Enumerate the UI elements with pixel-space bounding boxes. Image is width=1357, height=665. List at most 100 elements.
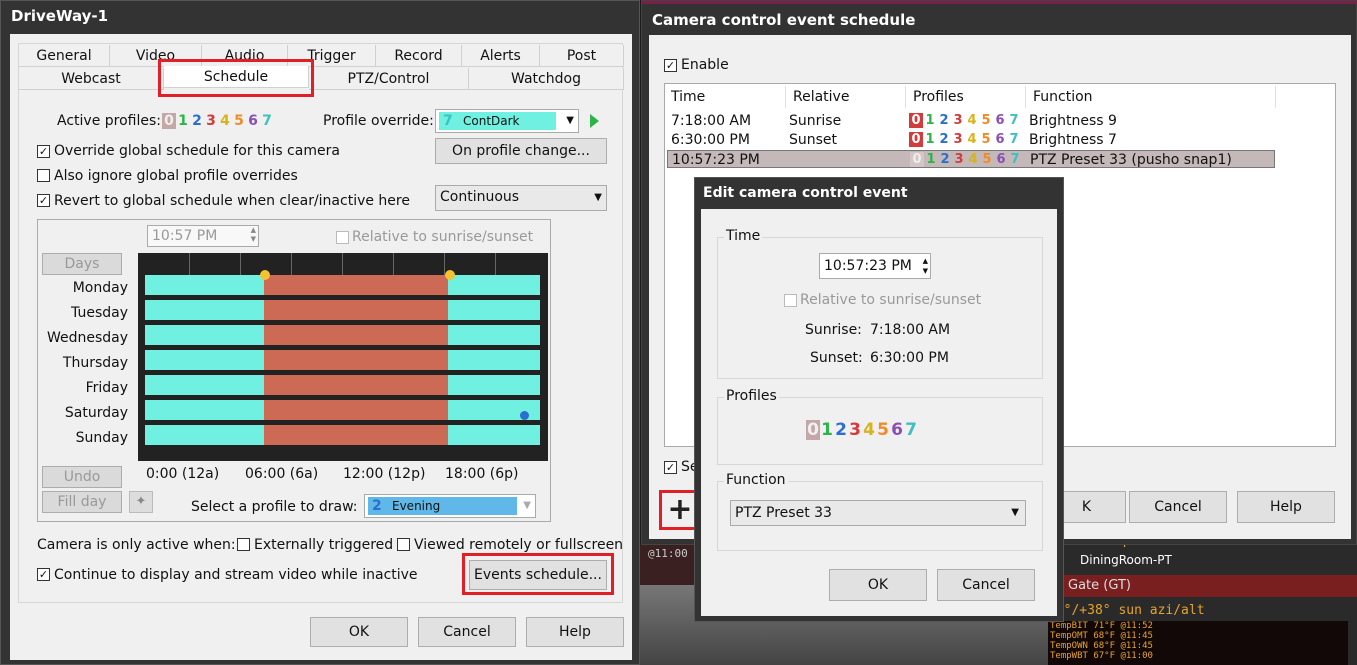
play-icon[interactable]	[590, 114, 599, 128]
undo-button[interactable]: Undo	[42, 466, 122, 488]
event-marker-icon[interactable]	[520, 411, 529, 420]
ignore-overrides-checkbox[interactable]	[37, 169, 50, 182]
profiles-selector[interactable]: 01234567	[806, 420, 956, 440]
profile-digit-5[interactable]: 5	[979, 113, 993, 128]
relative-sun-checkbox[interactable]	[336, 231, 349, 244]
profile-digit-0[interactable]: 0	[909, 113, 923, 128]
profile-digit-0[interactable]: 0	[162, 113, 176, 129]
profile-digit-4[interactable]: 4	[862, 420, 876, 440]
profile-digit-6[interactable]: 6	[993, 132, 1007, 147]
profile-digit-7[interactable]: 7	[260, 113, 274, 129]
on-profile-change-button[interactable]: On profile change...	[435, 138, 607, 164]
profile-digit-7[interactable]: 7	[904, 420, 918, 440]
profile-digit-6[interactable]: 6	[993, 113, 1007, 128]
schedule-block[interactable]	[264, 350, 448, 370]
ext-triggered-checkbox[interactable]	[237, 538, 250, 551]
day-label-tuesday[interactable]: Tuesday	[38, 305, 128, 321]
edit-ok-button[interactable]: OK	[829, 569, 927, 601]
day-label-sunday[interactable]: Sunday	[38, 430, 128, 446]
tab-general[interactable]: General	[19, 45, 110, 67]
schedule-mode-select[interactable]: Continuous ▼	[435, 185, 607, 211]
tab-record[interactable]: Record	[376, 45, 462, 67]
event-time-spinner[interactable]: 10:57:23 PM ▲ ▼	[819, 253, 931, 279]
schedule-block[interactable]	[448, 350, 540, 370]
profile-digit-2[interactable]: 2	[190, 113, 204, 129]
profile-digit-0[interactable]: 0	[910, 152, 924, 167]
profile-override-select[interactable]: 7 ContDark ▼	[435, 109, 579, 133]
profile-digit-1[interactable]: 1	[923, 132, 937, 147]
active-profiles-strip[interactable]: 01234567	[162, 113, 290, 131]
tab-post[interactable]: Post	[540, 45, 624, 67]
edit-cancel-button[interactable]: Cancel	[937, 569, 1035, 601]
tab-watchdog[interactable]: Watchdog	[469, 68, 624, 90]
tab-alerts[interactable]: Alerts	[462, 45, 540, 67]
table-row[interactable]: 6:30:00 PM Sunset Brightness 7 01234567	[667, 131, 1275, 149]
col-relative[interactable]: Relative	[793, 89, 849, 105]
profile-digit-5[interactable]: 5	[876, 420, 890, 440]
table-row[interactable]: 10:57:23 PM PTZ Preset 33 (pusho snap1) 0 1…	[667, 150, 1275, 168]
continue-display-checkbox[interactable]: ✓	[37, 568, 50, 581]
enable-checkbox[interactable]: ✓	[664, 59, 677, 72]
profile-digit-3[interactable]: 3	[204, 113, 218, 129]
edit-relative-checkbox[interactable]	[784, 294, 797, 307]
schedule-block[interactable]	[264, 375, 448, 395]
time-spinner[interactable]: 10:57 PM ▲ ▼	[147, 225, 259, 247]
schedule-grid[interactable]	[138, 253, 548, 461]
schedule-block[interactable]	[145, 400, 264, 420]
override-global-checkbox[interactable]: ✓	[37, 145, 50, 158]
draw-profile-select[interactable]: 2 Evening ▼	[364, 494, 536, 518]
profile-digit-5[interactable]: 5	[979, 132, 993, 147]
schedule-block[interactable]	[264, 300, 448, 320]
schedule-block[interactable]	[145, 350, 264, 370]
magic-wand-icon[interactable]: ✦	[129, 491, 153, 513]
profile-digit-1[interactable]: 1	[923, 113, 937, 128]
day-label-friday[interactable]: Friday	[38, 380, 128, 396]
col-time[interactable]: Time	[671, 89, 705, 105]
profile-digit-1[interactable]: 1	[820, 420, 834, 440]
profile-digit-0[interactable]: 0	[909, 132, 923, 147]
tab-webcast[interactable]: Webcast	[19, 68, 164, 90]
function-select[interactable]: PTZ Preset 33 ▼	[730, 500, 1026, 526]
schedule-block[interactable]	[448, 300, 540, 320]
table-row[interactable]: 7:18:00 AM Sunrise Brightness 9 01234567	[667, 112, 1275, 130]
profile-digit-2[interactable]: 2	[834, 420, 848, 440]
schedule-block[interactable]	[264, 425, 448, 445]
day-label-saturday[interactable]: Saturday	[38, 405, 128, 421]
col-function[interactable]: Function	[1033, 89, 1093, 105]
day-label-monday[interactable]: Monday	[38, 280, 128, 296]
day-label-thursday[interactable]: Thursday	[38, 355, 128, 371]
cancel-button[interactable]: Cancel	[418, 617, 516, 647]
profile-digit-7[interactable]: 7	[1007, 132, 1021, 147]
profile-digit-4[interactable]: 4	[965, 132, 979, 147]
profile-digit-2[interactable]: 2	[937, 132, 951, 147]
profile-digit-2[interactable]: 2	[937, 113, 951, 128]
viewed-remotely-checkbox[interactable]	[397, 538, 410, 551]
profile-digit-5[interactable]: 5	[980, 152, 994, 167]
day-label-wednesday[interactable]: Wednesday	[38, 330, 128, 346]
schedule-block[interactable]	[264, 275, 448, 295]
profile-digit-5[interactable]: 5	[232, 113, 246, 129]
profile-digit-3[interactable]: 3	[951, 132, 965, 147]
schedule-block[interactable]	[145, 425, 264, 445]
profile-digit-7[interactable]: 7	[1008, 152, 1022, 167]
schedule-block[interactable]	[448, 375, 540, 395]
profile-digit-7[interactable]: 7	[1007, 113, 1021, 128]
events-cancel-button[interactable]: Cancel	[1129, 491, 1227, 523]
profile-digit-6[interactable]: 6	[246, 113, 260, 129]
schedule-block[interactable]	[448, 275, 540, 295]
col-profiles[interactable]: Profiles	[913, 89, 964, 105]
profile-digit-4[interactable]: 4	[218, 113, 232, 129]
schedule-block[interactable]	[264, 400, 448, 420]
profile-digit-3[interactable]: 3	[848, 420, 862, 440]
profile-digit-0[interactable]: 0	[806, 420, 820, 440]
profile-digit-1[interactable]: 1	[176, 113, 190, 129]
schedule-block[interactable]	[145, 375, 264, 395]
tab-ptz-control[interactable]: PTZ/Control	[309, 68, 469, 90]
profile-digit-6[interactable]: 6	[994, 152, 1008, 167]
se-checkbox[interactable]: ✓	[664, 461, 677, 474]
profile-digit-2[interactable]: 2	[938, 152, 952, 167]
profile-digit-3[interactable]: 3	[952, 152, 966, 167]
days-button[interactable]: Days	[42, 253, 122, 275]
schedule-block[interactable]	[448, 425, 540, 445]
schedule-block[interactable]	[264, 325, 448, 345]
